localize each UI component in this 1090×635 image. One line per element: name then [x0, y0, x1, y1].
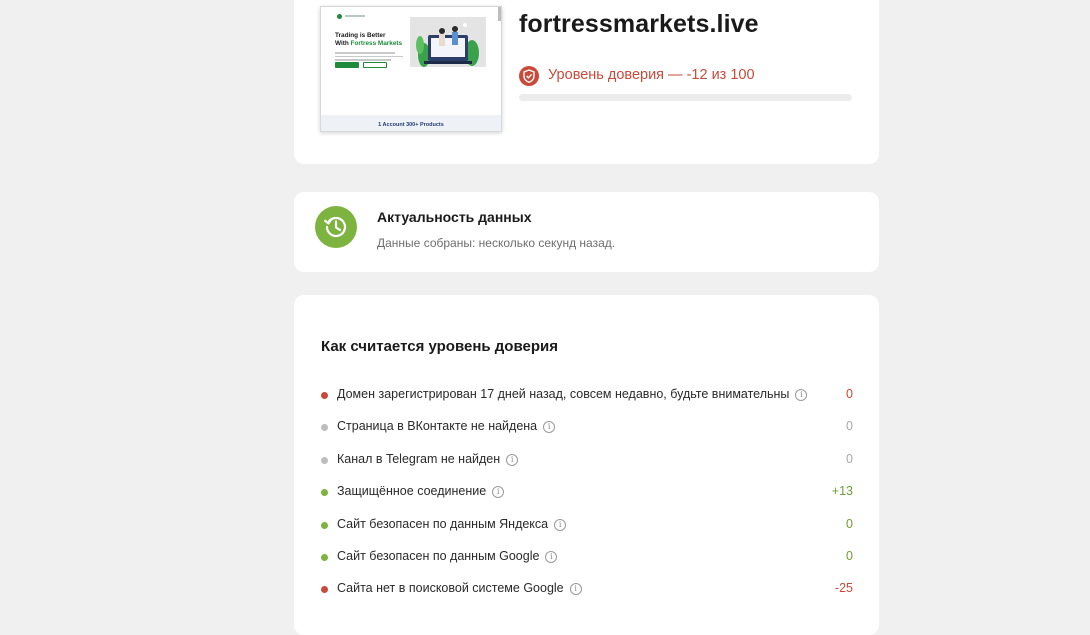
trust-level-bar — [519, 94, 852, 101]
status-dot — [321, 456, 328, 464]
status-dot — [321, 424, 328, 432]
trust-factor-score: +13 — [831, 484, 853, 499]
trust-calculation-card: Как считается уровень доверия Домен заре… — [294, 295, 879, 635]
thumbnail-hero-text — [335, 52, 403, 63]
freshness-subtitle: Данные собраны: несколько секунд назад. — [377, 236, 616, 250]
trust-factor-label: Канал в Telegram не найден i — [337, 452, 519, 466]
trust-factor-row: Сайта нет в поисковой системе Google i -2… — [321, 579, 853, 611]
trust-factor-score: 0 — [846, 419, 853, 434]
trust-factor-row: Страница в ВКонтакте не найдена i 0 — [321, 417, 853, 449]
trust-factor-label: Сайт безопасен по данным Яндекса i — [337, 517, 567, 531]
trust-factor-label: Сайта нет в поисковой системе Google i — [337, 581, 582, 596]
thumbnail-secondary-button — [363, 62, 387, 68]
thumbnail-logo-icon — [337, 14, 342, 19]
thumbnail-hero-heading: Trading is Better With Fortress Markets — [335, 32, 403, 47]
trust-factor-score: 0 — [846, 516, 853, 531]
info-icon[interactable]: i — [506, 453, 519, 466]
trust-factor-label: Защищённое соединение i — [337, 484, 505, 499]
info-icon[interactable]: i — [545, 550, 558, 563]
trust-factor-score: 0 — [846, 387, 853, 401]
freshness-title: Актуальность данных — [377, 209, 532, 225]
status-dot — [321, 521, 328, 529]
trust-calculation-title: Как считается уровень доверия — [321, 338, 558, 355]
trust-factor-score: 0 — [846, 451, 853, 466]
trust-factor-label: Домен зарегистрирован 17 дней назад, сов… — [337, 387, 808, 401]
shield-warning-icon — [519, 66, 539, 86]
site-screenshot-thumbnail[interactable]: Trading is Better With Fortress Markets — [320, 6, 502, 132]
clock-history-icon — [315, 206, 357, 248]
trust-factor-score: -25 — [834, 581, 853, 596]
domain-title: fortressmarkets.live — [519, 10, 759, 38]
trust-factor-label: Страница в ВКонтакте не найдена i — [337, 419, 556, 434]
trust-factor-row: Сайт безопасен по данным Яндекса i 0 — [321, 515, 853, 547]
trust-factor-row: Домен зарегистрирован 17 дней назад, сов… — [321, 385, 853, 417]
info-icon[interactable]: i — [795, 389, 808, 401]
info-icon[interactable]: i — [543, 421, 556, 434]
trust-factor-label: Сайт безопасен по данным Google i — [337, 549, 558, 563]
status-dot — [321, 586, 328, 594]
info-icon[interactable]: i — [554, 518, 567, 531]
trust-factor-score: 0 — [846, 548, 853, 563]
info-icon[interactable]: i — [492, 486, 505, 499]
info-icon[interactable]: i — [569, 583, 582, 596]
trust-factors-list: Домен зарегистрирован 17 дней назад, сов… — [321, 385, 853, 612]
status-dot — [321, 392, 328, 399]
status-dot — [321, 489, 328, 497]
thumbnail-primary-button — [335, 62, 359, 68]
trust-factor-row: Защищённое соединение i +13 — [321, 482, 853, 514]
trust-factor-row: Сайт безопасен по данным Google i 0 — [321, 547, 853, 579]
thumbnail-logo-text — [345, 15, 365, 17]
thumbnail-hero-illustration — [410, 17, 486, 67]
site-summary-card: Trading is Better With Fortress Markets — [294, 0, 879, 164]
thumbnail-footer: 1 Account 300+ Products — [321, 115, 501, 131]
status-dot — [321, 553, 328, 561]
thumbnail-scrollbar — [498, 7, 501, 21]
trust-level-label: Уровень доверия — -12 из 100 — [548, 67, 755, 83]
trust-factor-row: Канал в Telegram не найден i 0 — [321, 450, 853, 482]
data-freshness-card: Актуальность данных Данные собраны: неск… — [294, 192, 879, 272]
